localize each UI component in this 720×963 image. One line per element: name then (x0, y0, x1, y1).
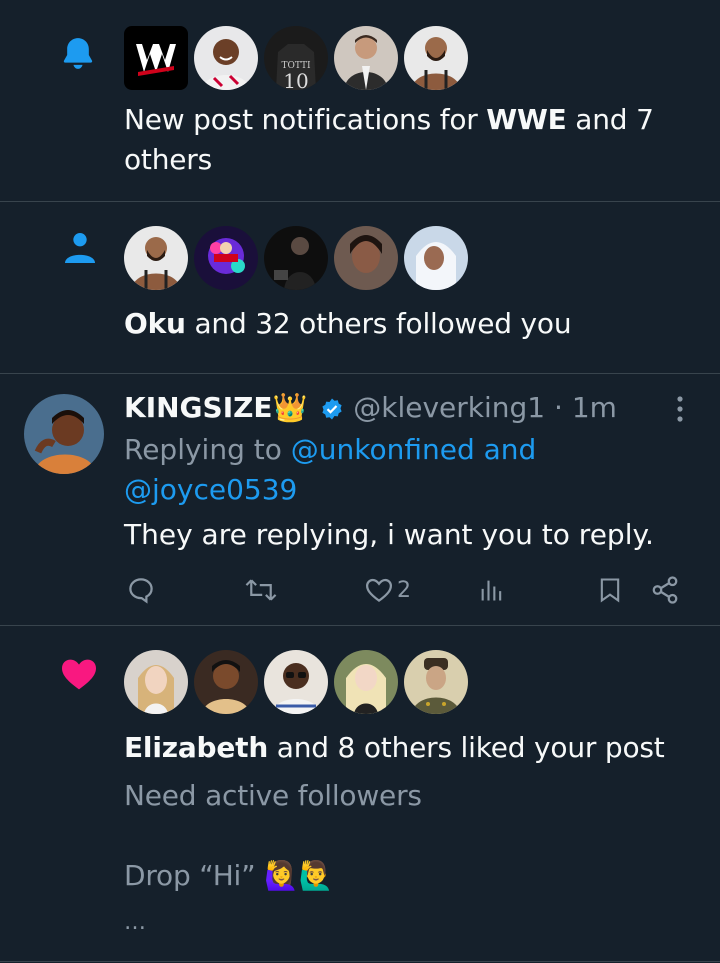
heart-icon (58, 654, 100, 698)
tweet-author-avatar[interactable] (24, 394, 104, 474)
repost-button[interactable] (244, 572, 278, 608)
cartoon-man-avatar[interactable] (194, 650, 258, 714)
like-count: 2 (397, 577, 411, 603)
liked-post-text-line2: Drop “Hi” 🙋‍♀️🙋‍♂️ (124, 859, 334, 892)
blonde-woman-2-avatar[interactable] (334, 650, 398, 714)
truncation-ellipsis: … (124, 910, 146, 935)
like-button[interactable]: 2 (364, 572, 411, 608)
person-icon (60, 228, 100, 272)
smiling-man-avatar[interactable] (194, 26, 258, 90)
man-in-vest-avatar[interactable] (334, 26, 398, 90)
svg-text:10: 10 (283, 69, 308, 90)
more-options-icon[interactable] (668, 394, 692, 424)
replying-to: Replying to @unkonfined and @joyce0539 (124, 433, 537, 506)
share-icon (650, 575, 680, 605)
bearded-man-avatar[interactable] (124, 226, 188, 290)
mention-link[interactable]: @joyce0539 (124, 473, 297, 506)
notification-like[interactable]: Elizabeth and 8 others liked your post N… (0, 626, 720, 962)
blonde-woman-avatar[interactable] (124, 650, 188, 714)
views-icon (478, 575, 506, 605)
views-button[interactable] (478, 572, 506, 608)
notification-text: New post notifications for WWE and 7 oth… (124, 103, 654, 176)
like-icon (364, 575, 394, 605)
bookmark-button[interactable] (596, 572, 624, 608)
tweet-time[interactable]: 1m (572, 391, 617, 424)
notification-text: Elizabeth and 8 others liked your post (124, 731, 665, 764)
notification-text: Oku and 32 others followed you (124, 307, 572, 340)
bookmark-icon (596, 575, 624, 605)
man-with-glasses-avatar[interactable] (264, 650, 328, 714)
reply-button[interactable] (126, 572, 156, 608)
notification-follow[interactable]: Oku and 32 others followed you (0, 202, 720, 374)
separator: · (554, 391, 563, 424)
tweet-text: They are replying, i want you to reply. (124, 518, 654, 551)
repost-icon (244, 575, 278, 605)
wwe-logo-avatar[interactable] (124, 26, 188, 90)
bearded-man-avatar[interactable] (404, 26, 468, 90)
author-handle[interactable]: @kleverking1 (353, 391, 545, 424)
liked-post-text: Need active followers (124, 779, 422, 812)
woman-portrait-avatar[interactable] (334, 226, 398, 290)
bell-icon (58, 34, 98, 78)
share-button[interactable] (650, 572, 680, 608)
neon-graphic-avatar[interactable] (194, 226, 258, 290)
verified-icon (320, 392, 344, 432)
reply-icon (126, 575, 156, 605)
tweet-header: KINGSIZE👑 @kleverking1 · 1m (124, 388, 617, 432)
historic-officer-avatar[interactable] (404, 650, 468, 714)
author-name[interactable]: KINGSIZE👑 (124, 391, 307, 424)
hijab-woman-avatar[interactable] (404, 226, 468, 290)
mention-link[interactable]: @unkonfined (291, 433, 475, 466)
jersey-totti-10-avatar[interactable]: TOTTI 10 (264, 26, 328, 90)
dark-portrait-avatar[interactable] (264, 226, 328, 290)
notification-new-post[interactable]: TOTTI 10 New post notifications for WWE a… (0, 0, 720, 202)
